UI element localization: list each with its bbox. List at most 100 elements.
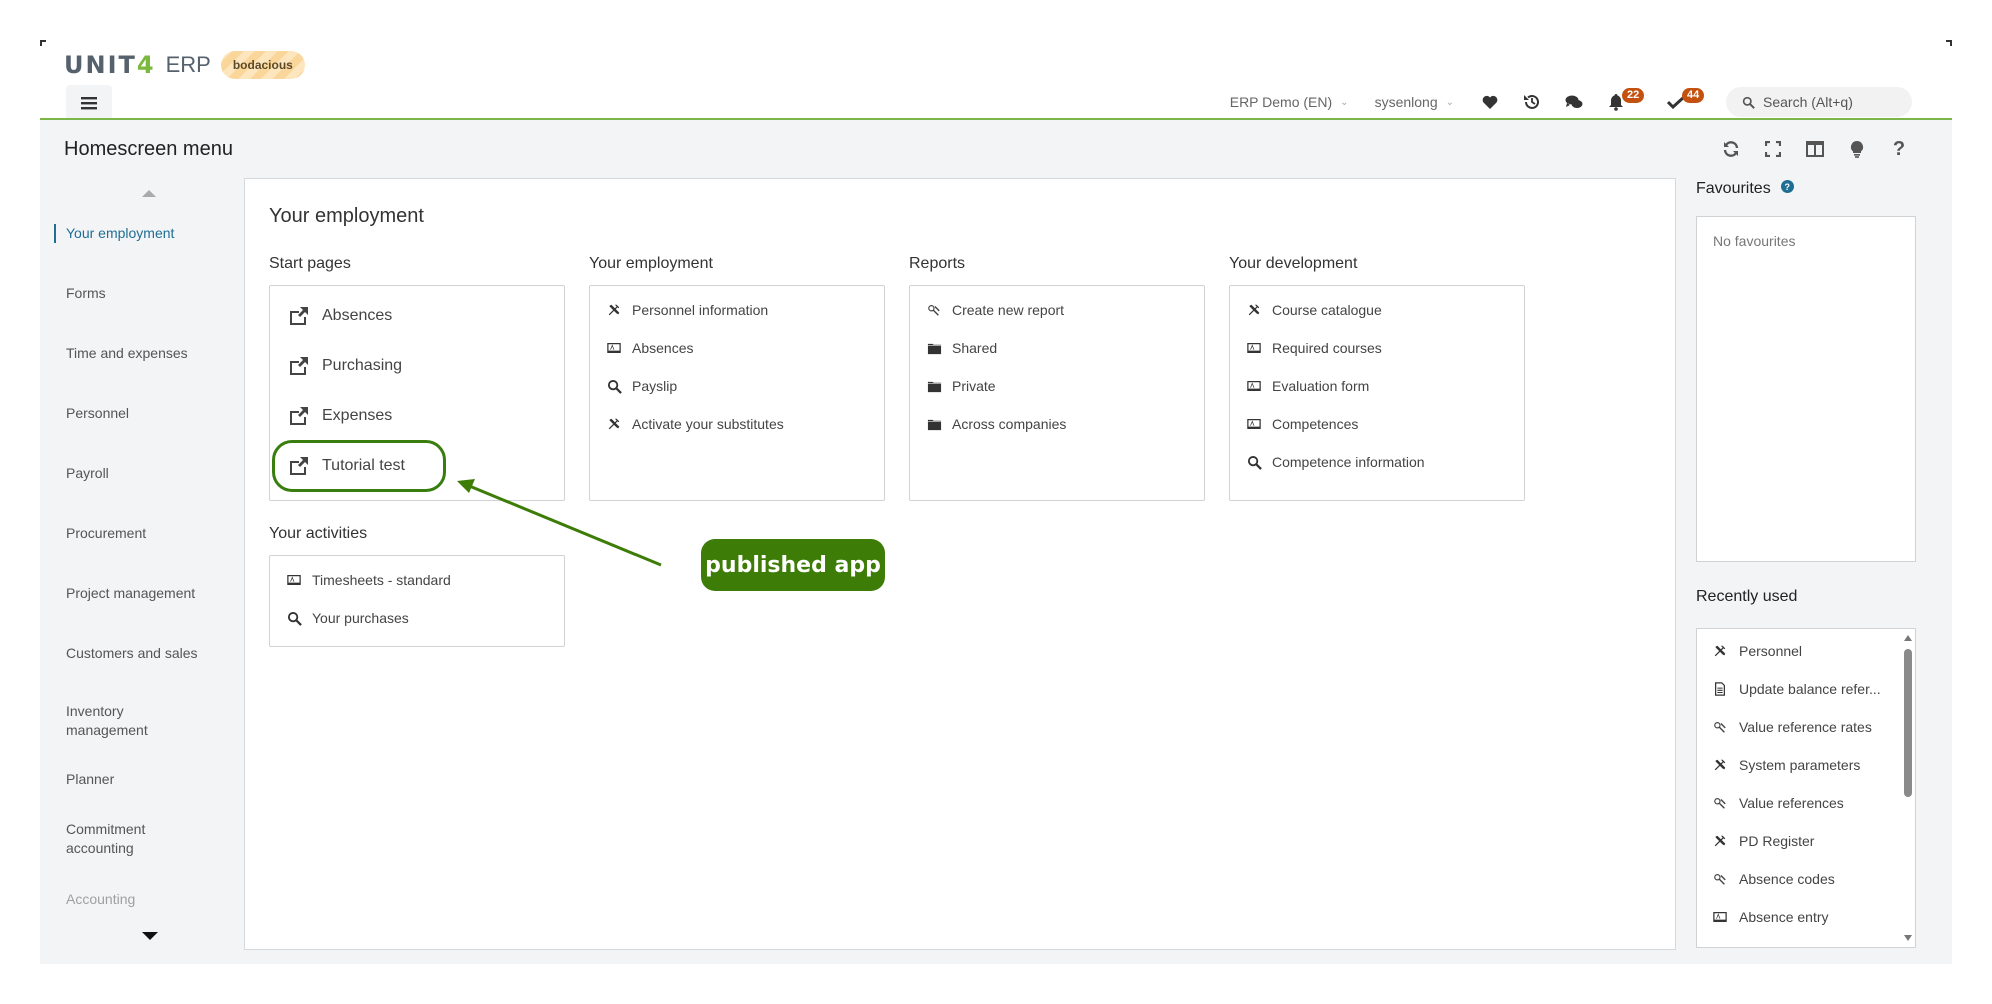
recent-item-pd-register[interactable]: PD Register — [1713, 833, 1814, 849]
nav-item-forms[interactable]: Forms — [54, 284, 106, 303]
item-label: Absence codes — [1739, 871, 1835, 887]
recent-item-absence-entry[interactable]: Absence entry — [1713, 909, 1829, 925]
nav-item-project-management[interactable]: Project management — [54, 584, 195, 603]
menu-item-competences[interactable]: Competences — [1246, 416, 1358, 432]
recent-item-value-reference-rates[interactable]: Value reference rates — [1713, 719, 1872, 735]
app-logo[interactable]: UNIT4 ERP bodacious — [64, 50, 305, 80]
scroll-up-icon[interactable] — [142, 190, 156, 197]
menu-item-course-catalogue[interactable]: Course catalogue — [1246, 302, 1382, 318]
search-icon — [606, 378, 622, 394]
logo-digit: 4 — [136, 51, 156, 79]
item-label: Shared — [952, 340, 998, 356]
menu-item-activate-substitutes[interactable]: Activate your substitutes — [606, 416, 784, 432]
tasks-check-icon[interactable]: 44 — [1666, 88, 1705, 112]
recent-scrollbar[interactable] — [1903, 633, 1913, 943]
group-start-pages: Absences Purchasing Expenses Tutorial te… — [269, 285, 565, 501]
refresh-icon[interactable] — [1720, 138, 1742, 160]
menu-item-absences[interactable]: Absences — [606, 340, 693, 356]
nav-item-inventory-management[interactable]: Inventory management — [54, 702, 184, 740]
lightbulb-icon[interactable] — [1846, 138, 1868, 160]
external-link-icon — [288, 356, 310, 376]
nav-item-personnel[interactable]: Personnel — [54, 404, 129, 423]
document-icon — [1713, 682, 1727, 696]
item-label: Activate your substitutes — [632, 416, 784, 432]
page-title: Homescreen menu — [64, 138, 233, 160]
fullscreen-icon[interactable] — [1762, 138, 1784, 160]
left-navigation: Your employment Forms Time and expenses … — [54, 180, 244, 950]
help-icon[interactable]: ? — [1780, 180, 1794, 194]
menu-item-personnel-information[interactable]: Personnel information — [606, 302, 768, 318]
scrollbar-thumb[interactable] — [1904, 649, 1912, 797]
item-label: Update balance refer... — [1739, 681, 1881, 697]
menu-item-competence-information[interactable]: Competence information — [1246, 454, 1425, 470]
menu-item-timesheets-standard[interactable]: Timesheets - standard — [286, 572, 451, 588]
content-area: Homescreen menu ? Your employment Forms … — [40, 120, 1952, 964]
tools-icon — [1713, 644, 1727, 658]
right-panel: Favourites? No favourites Recently used … — [1696, 178, 1916, 950]
favourites-heart-icon[interactable] — [1480, 92, 1500, 112]
item-label: Private — [952, 378, 996, 394]
favourites-title: Favourites — [1696, 180, 1771, 197]
recent-item-personnel[interactable]: Personnel — [1713, 643, 1802, 659]
item-label: Expenses — [322, 407, 393, 424]
menu-item-private[interactable]: Private — [926, 378, 996, 394]
item-label: Course catalogue — [1272, 302, 1382, 318]
nav-item-procurement[interactable]: Procurement — [54, 524, 146, 543]
menu-item-evaluation-form[interactable]: Evaluation form — [1246, 378, 1369, 394]
history-icon[interactable] — [1522, 92, 1542, 112]
external-link-icon — [288, 406, 310, 426]
nav-item-commitment-accounting[interactable]: Commitment accounting — [54, 820, 174, 858]
form-icon — [606, 340, 622, 356]
item-label: System parameters — [1739, 757, 1861, 773]
folder-icon — [926, 378, 942, 394]
start-page-purchasing[interactable]: Purchasing — [288, 356, 402, 376]
nav-item-accounting[interactable]: Accounting — [54, 890, 135, 909]
recent-item-value-references[interactable]: Value references — [1713, 795, 1844, 811]
menu-item-required-courses[interactable]: Required courses — [1246, 340, 1382, 356]
menu-item-create-new-report[interactable]: Create new report — [926, 302, 1064, 318]
favourites-empty-text: No favourites — [1713, 233, 1796, 249]
tools-icon — [1713, 834, 1727, 848]
user-selector[interactable]: sysenlong ⌄ — [1375, 94, 1454, 110]
form-icon — [1246, 340, 1262, 356]
item-label: Create new report — [952, 302, 1065, 318]
start-page-expenses[interactable]: Expenses — [288, 406, 392, 426]
menu-toggle-button[interactable] — [66, 85, 112, 121]
menu-item-payslip[interactable]: Payslip — [606, 378, 677, 394]
nav-item-your-employment[interactable]: Your employment — [54, 224, 174, 243]
group-your-development: Course catalogue Required courses Evalua… — [1229, 285, 1525, 501]
recent-item-absence-codes[interactable]: Absence codes — [1713, 871, 1835, 887]
start-page-absences[interactable]: Absences — [288, 306, 392, 326]
help-icon[interactable]: ? — [1888, 138, 1910, 160]
menu-item-your-purchases[interactable]: Your purchases — [286, 610, 409, 626]
nav-item-customers-and-sales[interactable]: Customers and sales — [54, 644, 198, 663]
menu-item-across-companies[interactable]: Across companies — [926, 416, 1066, 432]
nav-item-planner[interactable]: Planner — [54, 770, 114, 789]
header-actions: ERP Demo (EN) ⌄ sysenlong ⌄ 22 44 Search… — [1230, 87, 1912, 117]
external-link-icon — [288, 306, 310, 326]
form-icon — [286, 572, 302, 588]
nav-item-payroll[interactable]: Payroll — [54, 464, 109, 483]
search-icon — [1742, 96, 1755, 109]
menu-item-shared[interactable]: Shared — [926, 340, 997, 356]
user-selector-label: sysenlong — [1374, 94, 1438, 110]
notifications-bell-icon[interactable]: 22 — [1606, 88, 1645, 112]
chat-icon[interactable] — [1564, 92, 1584, 112]
recent-item-system-parameters[interactable]: System parameters — [1713, 757, 1860, 773]
chevron-down-icon: ⌄ — [1340, 96, 1349, 108]
recent-item-update-balance[interactable]: Update balance refer... — [1713, 681, 1881, 697]
item-label: Competences — [1272, 416, 1359, 432]
scroll-down-icon[interactable] — [142, 932, 158, 940]
global-search-input[interactable]: Search (Alt+q) — [1726, 87, 1912, 117]
tools-icon — [606, 416, 622, 432]
folder-icon — [926, 340, 942, 356]
scroll-down-icon[interactable] — [1904, 935, 1912, 941]
nav-item-time-and-expenses[interactable]: Time and expenses — [54, 344, 188, 363]
section-title: Your employment — [269, 205, 424, 227]
environment-badge: bodacious — [220, 51, 305, 79]
company-selector[interactable]: ERP Demo (EN) ⌄ — [1230, 94, 1349, 110]
form-icon — [1246, 416, 1262, 432]
scroll-up-icon[interactable] — [1904, 635, 1912, 641]
group-label-your-employment: Your employment — [589, 255, 713, 272]
split-view-icon[interactable] — [1804, 138, 1826, 160]
